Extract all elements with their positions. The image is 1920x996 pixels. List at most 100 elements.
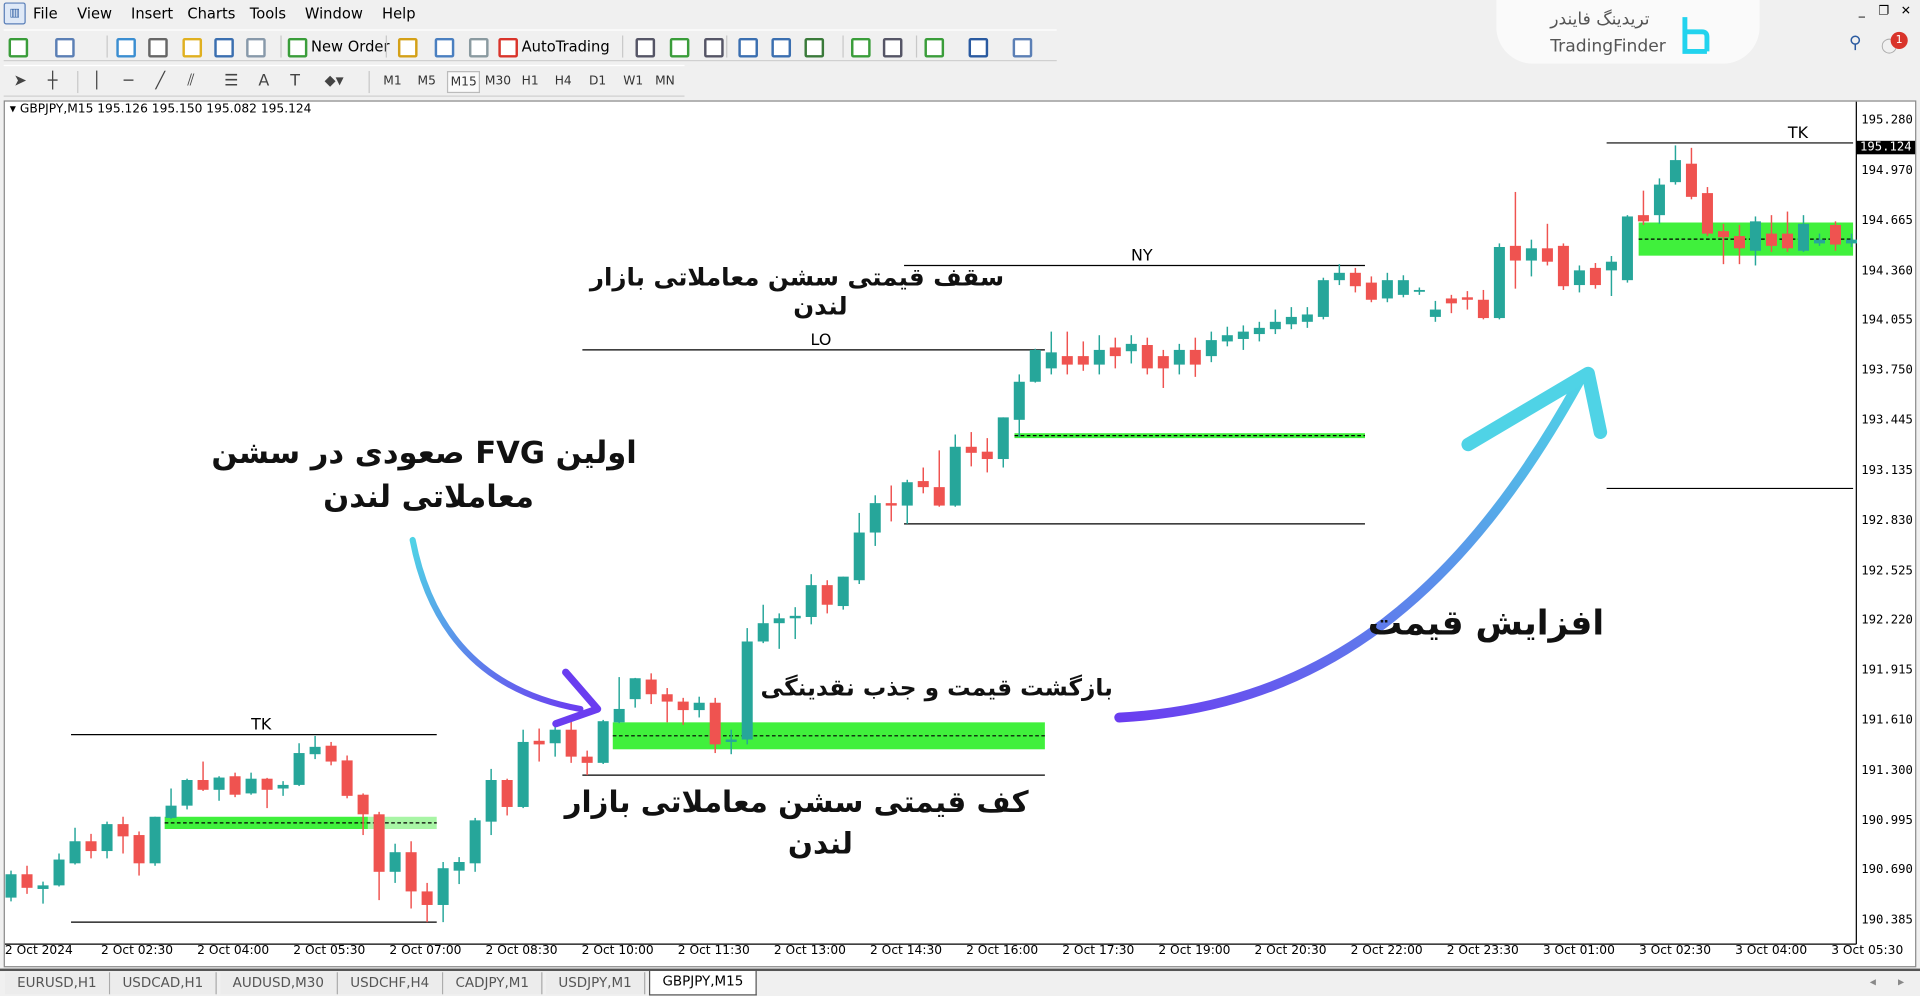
navigator-icon[interactable] [182, 36, 203, 58]
profiles-icon[interactable] [55, 36, 75, 58]
cursor-icon[interactable]: ➤ [13, 71, 26, 93]
timeframe-m1[interactable]: M1 [381, 71, 404, 93]
toolbar-separator [622, 35, 624, 58]
price-tick-label: 191.610 [1861, 713, 1913, 727]
bearish-candle [933, 450, 945, 507]
bullish-candle [293, 743, 305, 787]
horizontal-line-icon[interactable]: ─ [124, 71, 134, 93]
metaeditor-icon[interactable] [397, 36, 418, 58]
menu-tools[interactable]: Tools [250, 5, 286, 22]
autotrading-icon[interactable]: AutoTrading [498, 36, 610, 58]
annotation-london-high: سقف قیمتی سشن معاملاتی بازار لندن [590, 262, 1004, 321]
market-watch-icon[interactable] [116, 36, 136, 58]
tab-cadjpy-m1[interactable]: CADJPY,M1 [443, 972, 543, 995]
app-icon[interactable]: ▥ [3, 2, 26, 25]
tabs-scroll-left-icon[interactable]: ◂ [1870, 976, 1876, 989]
periods-icon-glyph [968, 37, 989, 57]
indicators-icon[interactable] [924, 36, 945, 58]
trendline-icon[interactable]: ╱ [156, 71, 166, 93]
candle-body [133, 835, 145, 864]
line-chart-icon[interactable] [704, 36, 724, 58]
text-icon[interactable]: A [258, 71, 269, 93]
bullish-candle [1621, 215, 1633, 283]
strategy-tester-icon[interactable] [246, 36, 266, 58]
tile-windows-icon[interactable] [804, 36, 825, 58]
time-tick-label: 2 Oct 05:30 [293, 944, 366, 958]
notifications-button[interactable]: ◯ 1 [1881, 31, 1908, 54]
bar-chart-icon[interactable] [635, 36, 656, 58]
menu-insert[interactable]: Insert [131, 5, 173, 22]
tab-usdchf-h4[interactable]: USDCHF,H4 [337, 972, 443, 995]
new-chart-icon[interactable] [8, 36, 29, 58]
timeframe-w1[interactable]: W1 [621, 71, 646, 93]
crosshair-icon[interactable]: ┼ [48, 71, 58, 93]
signals-icon[interactable] [434, 36, 455, 58]
bearish-candle [645, 673, 657, 705]
timeframe-m30[interactable]: M30 [482, 71, 513, 93]
timeframe-mn[interactable]: MN [653, 71, 678, 93]
menu-view[interactable]: View [77, 5, 112, 22]
data-window-icon[interactable] [148, 36, 168, 58]
zoom-out-icon[interactable] [771, 36, 792, 58]
tab-eurusd-h1[interactable]: EURUSD,H1 [4, 972, 111, 995]
bearish-candle [1477, 289, 1489, 320]
templates-icon[interactable] [1012, 36, 1033, 58]
candlestick-chart-icon[interactable] [669, 36, 690, 58]
candle-body [373, 814, 385, 872]
bullish-candle [1653, 178, 1665, 224]
curved-arrow-to-fvg [409, 536, 584, 713]
close-button[interactable]: ✕ [1896, 5, 1917, 18]
candle-body [613, 708, 625, 723]
timeframe-m15[interactable]: M15 [446, 71, 481, 94]
minimize-button[interactable]: _ [1851, 5, 1872, 18]
tabs-scroll-right-icon[interactable]: ▸ [1898, 976, 1904, 989]
zoom-in-icon[interactable] [738, 36, 758, 58]
search-icon[interactable]: ⚲ [1849, 33, 1862, 53]
strategy-tester-icon-glyph [246, 37, 266, 57]
zoom-in-icon-glyph [738, 37, 758, 57]
fibonacci-icon[interactable]: ☰ [224, 71, 238, 93]
candle-body [357, 794, 369, 815]
tab-audusd-m30[interactable]: AUDUSD,M30 [220, 972, 338, 995]
periods-icon[interactable] [968, 36, 989, 58]
vertical-line-icon[interactable]: │ [92, 71, 102, 93]
candle-body [1653, 184, 1665, 216]
candle-body [469, 820, 481, 864]
bullish-candle [181, 778, 193, 810]
price-tick-label: 193.445 [1861, 413, 1913, 428]
candle-body [69, 841, 81, 864]
candle-body [885, 503, 897, 506]
bullish-candle [757, 604, 769, 644]
menu-file[interactable]: File [33, 5, 58, 22]
bullish-candle [1525, 239, 1537, 277]
candle-body [1093, 349, 1105, 365]
toolbar-separator [77, 71, 79, 94]
menu-charts[interactable]: Charts [187, 5, 235, 22]
equidistant-channel-icon[interactable]: ⫽ [187, 71, 194, 93]
timeframe-h4[interactable]: H4 [552, 71, 574, 93]
metaeditor-icon-glyph [397, 37, 418, 57]
timeframe-h1[interactable]: H1 [519, 71, 541, 93]
text-label-icon[interactable]: T [290, 71, 300, 93]
arrows-icon[interactable]: ⬥▾ [324, 71, 343, 93]
timeframe-m5[interactable]: M5 [415, 71, 438, 93]
arrowhead-icon [552, 668, 602, 728]
restore-button[interactable]: ❐ [1873, 5, 1894, 18]
bearish-candle [1541, 223, 1553, 266]
time-tick-label: 3 Oct 01:00 [1542, 944, 1615, 958]
chart-shift-icon[interactable] [851, 36, 871, 58]
timeframe-d1[interactable]: D1 [587, 71, 609, 93]
terminal-icon[interactable] [214, 36, 234, 58]
annotation-first-fvg: اولین FVG صعودی در سشن معاملاتی لندن [211, 431, 636, 519]
bullish-candle [245, 772, 257, 795]
autoscroll-icon[interactable] [882, 36, 903, 58]
candle-body [645, 679, 657, 695]
new-order-icon[interactable]: New Order [287, 36, 390, 58]
broadcast-icon[interactable] [468, 36, 489, 58]
menu-help[interactable]: Help [382, 5, 416, 22]
tab-usdcad-h1[interactable]: USDCAD,H1 [110, 972, 217, 995]
tab-usdjpy-m1[interactable]: USDJPY,M1 [546, 972, 646, 995]
tab-gbpjpy-m15[interactable]: GBPJPY,M15 [648, 971, 757, 996]
menu-window[interactable]: Window [305, 5, 363, 22]
bullish-candle [1605, 255, 1617, 297]
